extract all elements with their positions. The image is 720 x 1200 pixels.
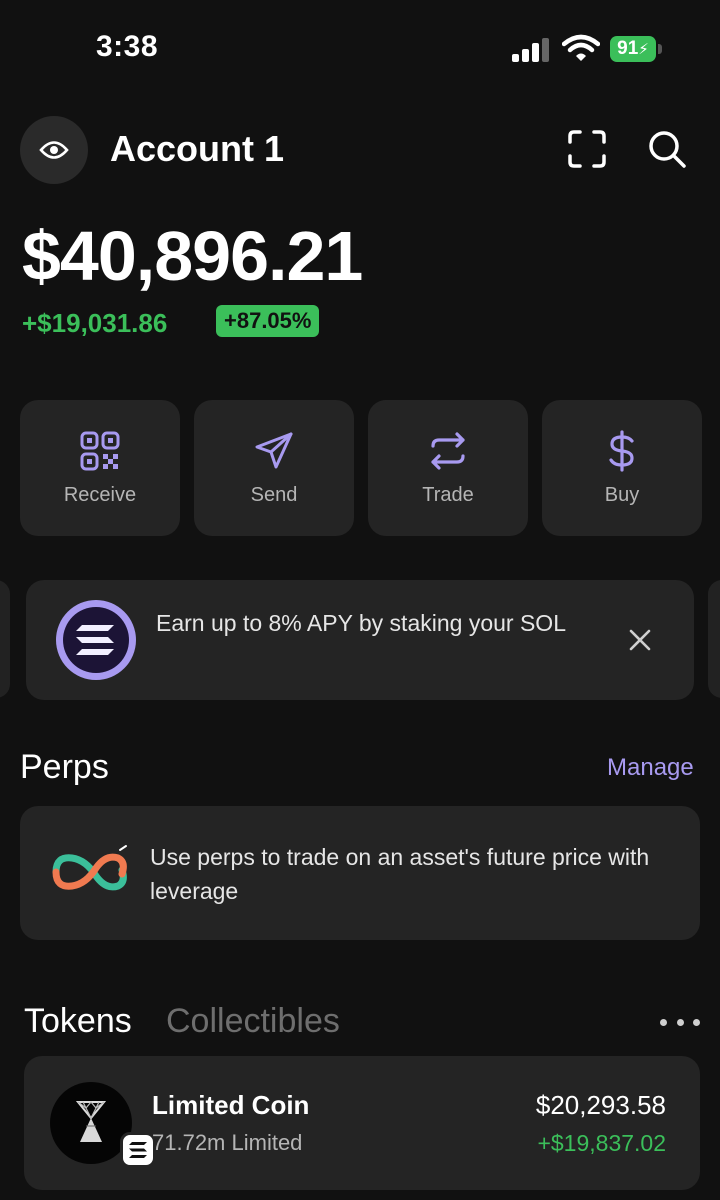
qr-code-icon (80, 431, 120, 471)
staking-promo-text: Earn up to 8% APY by staking your SOL (156, 610, 566, 636)
receive-label: Receive (63, 484, 137, 506)
dollar-icon (609, 430, 634, 472)
solana-icon (56, 600, 136, 680)
swap-icon (431, 432, 465, 470)
eye-icon (39, 141, 69, 159)
staking-promo-banner[interactable]: Earn up to 8% APY by staking your SOL (26, 580, 694, 700)
balance-change-percent-badge: +87.05% (216, 305, 320, 337)
wifi-icon (562, 34, 600, 61)
search-icon[interactable] (646, 128, 688, 170)
scan-icon[interactable] (566, 128, 608, 170)
perps-description: Use perps to trade on an asset's future … (150, 844, 650, 904)
total-balance: $40,896.21 (22, 217, 363, 295)
perps-infinity-icon (52, 845, 127, 891)
token-value: $20,293.58 (535, 1090, 666, 1120)
send-label: Send (250, 484, 298, 506)
token-amount: 71.72m Limited (152, 1130, 303, 1155)
previous-promo-card[interactable] (0, 580, 10, 698)
cellular-signal-icon (512, 38, 549, 62)
more-options-icon[interactable] (660, 1008, 700, 1036)
buy-label: Buy (604, 484, 640, 506)
token-row[interactable]: Limited Coin 71.72m Limited $20,293.58 +… (24, 1056, 700, 1190)
next-promo-card[interactable] (708, 580, 720, 698)
token-name: Limited Coin (152, 1090, 310, 1120)
trade-label: Trade (422, 484, 474, 506)
account-name[interactable]: Account 1 (110, 128, 284, 170)
battery-indicator: 91 ⚡ (610, 36, 664, 62)
tab-tokens[interactable]: Tokens (24, 1002, 132, 1041)
send-icon (255, 432, 293, 469)
battery-level: 91 (617, 38, 639, 59)
trade-button[interactable]: Trade (368, 400, 528, 536)
close-icon[interactable] (626, 626, 654, 654)
receive-button[interactable]: Receive (20, 400, 180, 536)
perps-section-title: Perps (20, 748, 109, 786)
status-time: 3:38 (96, 30, 159, 63)
hide-balance-button[interactable] (20, 116, 88, 184)
perps-card[interactable]: Use perps to trade on an asset's future … (20, 806, 700, 940)
buy-button[interactable]: Buy (542, 400, 702, 536)
tab-collectibles[interactable]: Collectibles (166, 1002, 340, 1041)
send-button[interactable]: Send (194, 400, 354, 536)
solana-chain-badge (120, 1132, 156, 1168)
perps-manage-link[interactable]: Manage (607, 754, 694, 782)
balance-change-amount: +$19,031.86 (22, 308, 168, 338)
solana-icon (129, 1142, 147, 1158)
token-change: +$19,837.02 (537, 1130, 666, 1156)
